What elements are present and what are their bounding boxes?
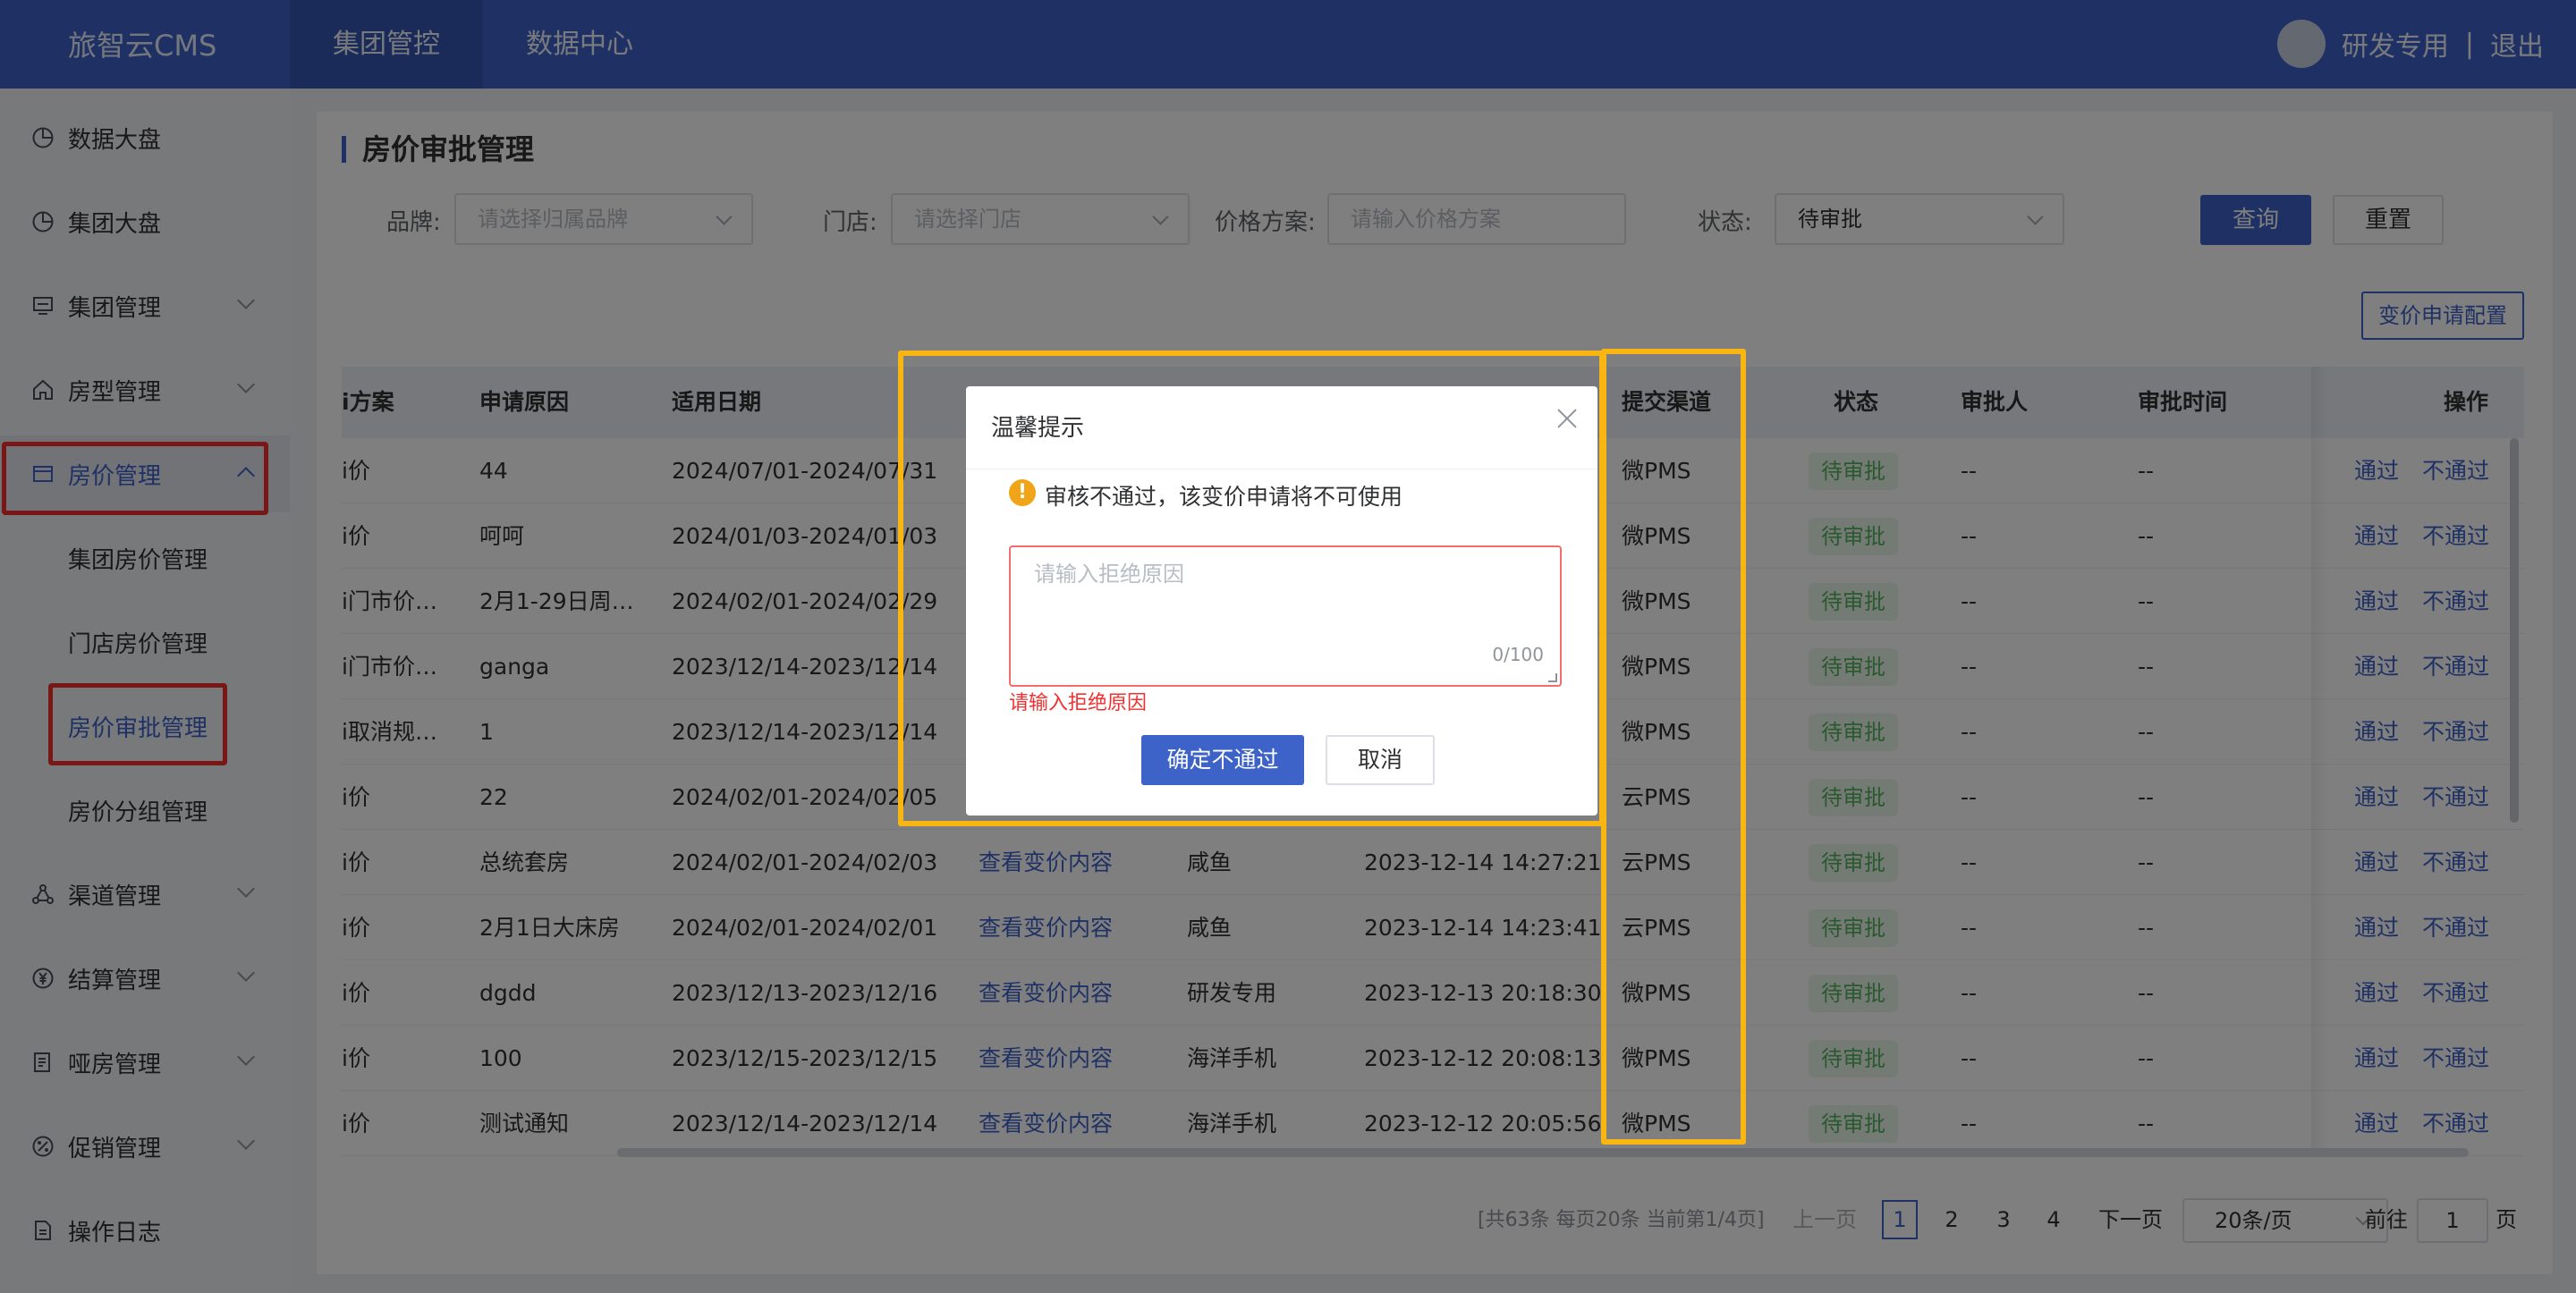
annotation-box-dialog bbox=[898, 351, 1605, 826]
annotation-box-channel-column bbox=[1601, 349, 1746, 1145]
